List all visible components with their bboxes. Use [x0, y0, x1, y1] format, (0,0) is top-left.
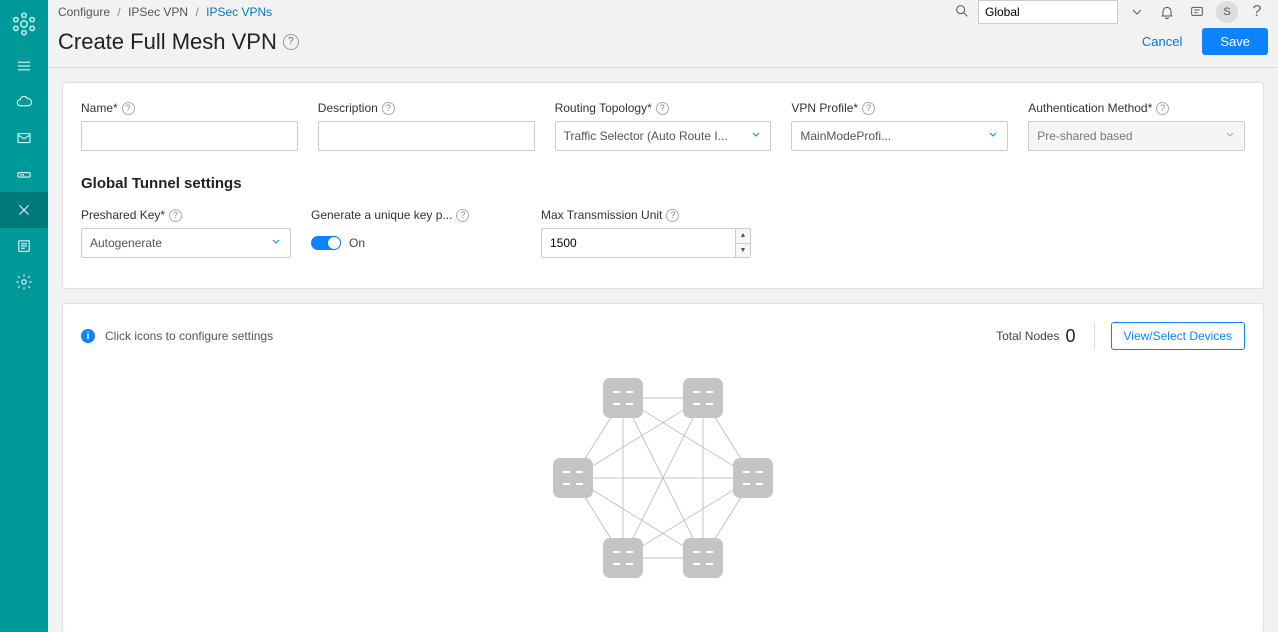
description-group: Description?	[318, 101, 535, 151]
profile-help-icon[interactable]: ?	[862, 102, 875, 115]
info-text: Click icons to configure settings	[105, 329, 273, 343]
profile-select[interactable]: MainModeProfi...	[791, 121, 1008, 151]
routing-select[interactable]: Traffic Selector (Auto Route I...	[555, 121, 772, 151]
auth-help-icon[interactable]: ?	[1156, 102, 1169, 115]
chevron-down-icon	[987, 129, 999, 144]
list-icon[interactable]	[0, 228, 48, 264]
genkey-label: Generate a unique key p...	[311, 208, 452, 222]
search-icon[interactable]	[954, 3, 970, 22]
menu-icon[interactable]	[0, 48, 48, 84]
breadcrumb-sep: /	[117, 5, 120, 19]
node-icon[interactable]	[683, 378, 723, 418]
vertical-divider	[1094, 323, 1095, 349]
node-icon[interactable]	[603, 538, 643, 578]
chevron-down-icon	[270, 236, 282, 251]
description-input[interactable]	[318, 121, 535, 151]
name-input[interactable]	[81, 121, 298, 151]
settings-icon[interactable]	[0, 264, 48, 300]
comment-icon[interactable]	[1186, 1, 1208, 23]
breadcrumb-item[interactable]: Configure	[58, 5, 110, 19]
description-help-icon[interactable]: ?	[382, 102, 395, 115]
main-area: Configure / IPSec VPN / IPSec VPNs S ? C…	[48, 0, 1278, 632]
mtu-label: Max Transmission Unit	[541, 208, 662, 222]
total-nodes-value: 0	[1065, 326, 1075, 347]
node-icon[interactable]	[553, 458, 593, 498]
genkey-group: Generate a unique key p...? On	[311, 208, 521, 258]
content: Name*? Description? Routing Topology*? T…	[48, 68, 1278, 632]
title-help-icon[interactable]: ?	[283, 34, 299, 50]
psk-value: Autogenerate	[90, 236, 162, 250]
chevron-down-icon	[1224, 129, 1236, 144]
routing-value: Traffic Selector (Auto Route I...	[564, 129, 728, 143]
routing-help-icon[interactable]: ?	[656, 102, 669, 115]
profile-value: MainModeProfi...	[800, 129, 891, 143]
left-sidebar	[0, 0, 48, 632]
breadcrumb: Configure / IPSec VPN / IPSec VPNs	[58, 5, 272, 19]
user-avatar[interactable]: S	[1216, 1, 1238, 23]
cancel-button[interactable]: Cancel	[1136, 33, 1188, 50]
chevron-down-icon[interactable]	[1126, 1, 1148, 23]
breadcrumb-current[interactable]: IPSec VPNs	[206, 5, 272, 19]
mail-icon[interactable]	[0, 120, 48, 156]
mtu-input[interactable]	[541, 228, 735, 258]
auth-group: Authentication Method*? Pre-shared based	[1028, 101, 1245, 151]
routing-label: Routing Topology*	[555, 101, 652, 115]
topology-panel: i Click icons to configure settings Tota…	[62, 303, 1264, 632]
auth-select: Pre-shared based	[1028, 121, 1245, 151]
tools-icon[interactable]	[0, 192, 48, 228]
genkey-toggle[interactable]	[311, 236, 341, 250]
name-label: Name*	[81, 101, 118, 115]
profile-group: VPN Profile*? MainModeProfi...	[791, 101, 1008, 151]
auth-label: Authentication Method*	[1028, 101, 1152, 115]
bell-icon[interactable]	[1156, 1, 1178, 23]
top-bar: Configure / IPSec VPN / IPSec VPNs S ?	[48, 0, 1278, 24]
router-icon[interactable]	[0, 156, 48, 192]
org-input[interactable]	[978, 0, 1118, 24]
routing-group: Routing Topology*? Traffic Selector (Aut…	[555, 101, 772, 151]
name-group: Name*?	[81, 101, 298, 151]
breadcrumb-item[interactable]: IPSec VPN	[128, 5, 188, 19]
mtu-up-button[interactable]: ▲	[736, 229, 750, 244]
node-icon[interactable]	[733, 458, 773, 498]
profile-label: VPN Profile*	[791, 101, 858, 115]
psk-label: Preshared Key*	[81, 208, 165, 222]
help-icon[interactable]: ?	[1246, 1, 1268, 23]
mtu-down-button[interactable]: ▼	[736, 244, 750, 258]
tunnel-heading: Global Tunnel settings	[81, 175, 1245, 192]
app-logo	[0, 0, 48, 48]
info-icon: i	[81, 329, 95, 343]
node-icon[interactable]	[603, 378, 643, 418]
node-icon[interactable]	[683, 538, 723, 578]
psk-group: Preshared Key*? Autogenerate	[81, 208, 291, 258]
name-help-icon[interactable]: ?	[122, 102, 135, 115]
chevron-down-icon	[750, 129, 762, 144]
save-button[interactable]: Save	[1202, 28, 1268, 55]
title-row: Create Full Mesh VPN ? Cancel Save	[48, 24, 1278, 68]
mtu-group: Max Transmission Unit? ▲ ▼	[541, 208, 751, 258]
form-panel: Name*? Description? Routing Topology*? T…	[62, 82, 1264, 289]
total-nodes-label: Total Nodes	[996, 329, 1059, 343]
topology-diagram	[81, 362, 1245, 608]
psk-help-icon[interactable]: ?	[169, 209, 182, 222]
cloud-icon[interactable]	[0, 84, 48, 120]
genkey-state: On	[349, 236, 365, 250]
auth-value: Pre-shared based	[1037, 129, 1132, 143]
breadcrumb-sep: /	[195, 5, 198, 19]
view-devices-button[interactable]: View/Select Devices	[1111, 322, 1246, 350]
page-title: Create Full Mesh VPN	[58, 29, 277, 55]
description-label: Description	[318, 101, 378, 115]
psk-select[interactable]: Autogenerate	[81, 228, 291, 258]
mtu-help-icon[interactable]: ?	[666, 209, 679, 222]
mtu-stepper: ▲ ▼	[541, 228, 751, 258]
genkey-help-icon[interactable]: ?	[456, 209, 469, 222]
